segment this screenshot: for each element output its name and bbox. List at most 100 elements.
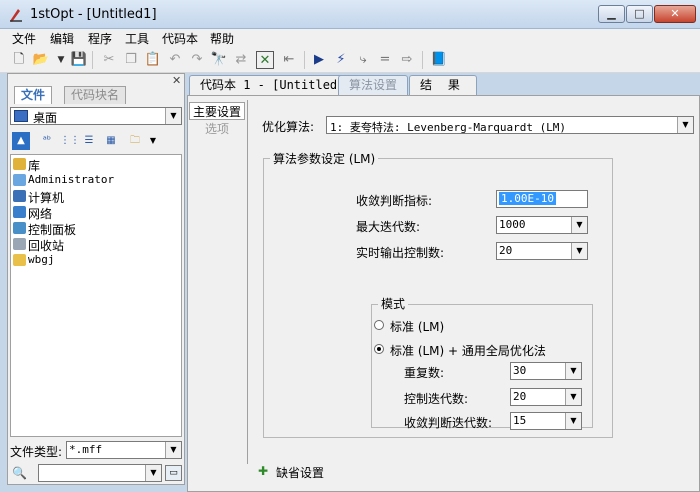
tree-item-label: 计算机 bbox=[28, 191, 65, 205]
tree-item-label: 库 bbox=[28, 159, 41, 173]
close-button[interactable]: ✕ bbox=[654, 5, 696, 23]
large-icons-icon[interactable]: ᵃᵇ bbox=[38, 132, 56, 150]
search-icon[interactable]: 🔍 bbox=[12, 466, 27, 480]
computer-icon bbox=[13, 190, 26, 202]
save-icon[interactable]: 💾 bbox=[70, 51, 88, 69]
algorithm-select[interactable]: 1: 麦夸特法: Levenberg-Marquardt (LM) ▼ bbox=[326, 116, 694, 134]
run-icon[interactable]: ▶ bbox=[310, 51, 328, 69]
close-icon[interactable]: ✕ bbox=[172, 74, 181, 87]
menu-codebook[interactable]: 代码本 bbox=[162, 30, 198, 47]
convergence-value: 1.00E-10 bbox=[499, 192, 556, 205]
chevron-down-icon[interactable]: ▼ bbox=[565, 413, 581, 429]
repeat-value: 30 bbox=[513, 364, 527, 377]
toolbar-separator bbox=[92, 51, 93, 69]
small-icons-icon[interactable]: ⋮⋮ bbox=[60, 132, 80, 150]
find-icon[interactable]: 🔭 bbox=[210, 51, 228, 69]
chevron-down-icon[interactable]: ▼ bbox=[677, 117, 693, 133]
book-icon[interactable]: 📘 bbox=[430, 51, 448, 69]
menu-tools[interactable]: 工具 bbox=[125, 30, 149, 47]
algorithm-settings-panel: 主要设置 选项 优化算法: 1: 麦夸特法: Levenberg-Marquar… bbox=[187, 95, 700, 492]
tab-algorithm-settings[interactable]: 算法设置 bbox=[338, 75, 409, 95]
convergence-iterations-value: 15 bbox=[513, 414, 527, 427]
menu-program[interactable]: 程序 bbox=[88, 30, 112, 47]
realtime-output-value: 20 bbox=[499, 244, 513, 257]
maximize-button[interactable]: □ bbox=[626, 5, 653, 23]
chevron-down-icon[interactable]: ▼ bbox=[145, 465, 161, 481]
minimize-button[interactable]: ▁ bbox=[598, 5, 625, 23]
default-settings-icon[interactable]: ✚ bbox=[258, 464, 272, 478]
chevron-down-icon[interactable]: ▼ bbox=[165, 442, 181, 458]
convergence-iterations-label: 收敛判断迭代数: bbox=[404, 416, 493, 430]
search-input[interactable]: ▼ bbox=[38, 464, 162, 482]
realtime-output-select[interactable]: 20 ▼ bbox=[496, 242, 588, 260]
toolbar: 🗋 📂 ▼ 💾 ✂ ❐ 📋 ↶ ↷ 🔭 ⇄ ✕ ⇤ ▶ ⚡ ⤷ = ⇨ 📘 bbox=[0, 47, 700, 73]
equals-icon[interactable]: = bbox=[376, 51, 394, 69]
redo-icon[interactable]: ↷ bbox=[188, 51, 206, 69]
file-type-label: 文件类型: bbox=[10, 445, 63, 459]
tree-item-label: 回收站 bbox=[28, 239, 65, 253]
location-select[interactable]: 桌面 ▼ bbox=[10, 107, 182, 125]
repeat-label: 重复数: bbox=[404, 366, 445, 380]
file-browser-pane: ✕ 文件 代码块名 桌面 ▼ ▲ ᵃᵇ ⋮⋮ ☰ ▦ 🗀 ▼ 库 Adminis… bbox=[7, 73, 185, 485]
realtime-output-label: 实时输出控制数: bbox=[356, 246, 445, 260]
side-tabs: 主要设置 选项 bbox=[188, 100, 246, 470]
radio-standard[interactable] bbox=[374, 320, 384, 330]
tab-results[interactable]: 结 果 bbox=[409, 75, 477, 95]
undo-icon[interactable]: ↶ bbox=[166, 51, 184, 69]
file-toolbar: ▲ ᵃᵇ ⋮⋮ ☰ ▦ 🗀 ▼ bbox=[10, 130, 182, 152]
max-iterations-select[interactable]: 1000 ▼ bbox=[496, 216, 588, 234]
main-area: 代码本 1 - [Untitled1] 算法设置 结 果 主要设置 选项 优化算… bbox=[187, 73, 700, 492]
paste-icon[interactable]: 📋 bbox=[144, 51, 162, 69]
library-icon bbox=[13, 158, 26, 170]
replace-icon[interactable]: ⇄ bbox=[232, 51, 250, 69]
chevron-down-icon[interactable]: ▼ bbox=[565, 363, 581, 379]
chevron-down-icon[interactable]: ▼ bbox=[165, 108, 181, 124]
menu-bar: 文件 编辑 程序 工具 代码本 帮助 bbox=[0, 29, 700, 47]
repeat-select[interactable]: 30 ▼ bbox=[510, 362, 582, 380]
control-iterations-select[interactable]: 20 ▼ bbox=[510, 388, 582, 406]
export-icon[interactable]: ⇨ bbox=[398, 51, 416, 69]
step-icon[interactable]: ⤷ bbox=[354, 51, 372, 69]
control-panel-icon bbox=[13, 222, 26, 234]
radio-standard-global[interactable] bbox=[374, 344, 384, 354]
side-tab-options[interactable]: 选项 bbox=[189, 120, 245, 137]
new-icon[interactable]: 🗋 bbox=[10, 51, 28, 69]
chevron-down-icon[interactable]: ▼ bbox=[571, 243, 587, 259]
folder-options-icon[interactable]: 🗀 bbox=[126, 132, 144, 150]
folder-icon bbox=[13, 254, 26, 266]
menu-file[interactable]: 文件 bbox=[12, 30, 36, 47]
menu-help[interactable]: 帮助 bbox=[210, 30, 234, 47]
convergence-iterations-select[interactable]: 15 ▼ bbox=[510, 412, 582, 430]
side-tab-main-settings[interactable]: 主要设置 bbox=[189, 102, 245, 120]
tab-codebook[interactable]: 代码本 1 - [Untitled1] bbox=[189, 75, 363, 95]
file-type-select[interactable]: *.mff ▼ bbox=[66, 441, 182, 459]
default-settings-button[interactable]: 缺省设置 bbox=[276, 464, 324, 481]
recycle-bin-icon bbox=[13, 238, 26, 250]
convergence-input[interactable]: 1.00E-10 bbox=[496, 190, 588, 208]
tree-item-label: wbgj bbox=[28, 253, 55, 266]
dropdown-icon[interactable]: ▼ bbox=[52, 51, 70, 69]
indent-icon[interactable]: ⇤ bbox=[280, 51, 298, 69]
spreadsheet-icon[interactable]: ✕ bbox=[256, 51, 274, 69]
tab-files[interactable]: 文件 bbox=[14, 86, 53, 104]
parameter-group-title: 算法参数设定 (LM) bbox=[270, 150, 379, 167]
up-folder-icon[interactable]: ▲ bbox=[12, 132, 30, 150]
chevron-down-icon[interactable]: ▼ bbox=[571, 217, 587, 233]
chevron-down-icon[interactable]: ▼ bbox=[144, 132, 162, 150]
chevron-down-icon[interactable]: ▼ bbox=[565, 389, 581, 405]
optimize-icon[interactable]: ⚡ bbox=[332, 51, 350, 69]
search-go-icon[interactable]: ▭ bbox=[165, 465, 182, 481]
tree-item-label: 控制面板 bbox=[28, 223, 77, 237]
copy-icon[interactable]: ❐ bbox=[122, 51, 140, 69]
user-icon bbox=[13, 174, 26, 186]
menu-edit[interactable]: 编辑 bbox=[50, 30, 74, 47]
details-view-icon[interactable]: ▦ bbox=[102, 132, 120, 150]
location-value: 桌面 bbox=[33, 111, 58, 125]
cut-icon[interactable]: ✂ bbox=[100, 51, 118, 69]
tab-code-blocks[interactable]: 代码块名 bbox=[64, 86, 127, 104]
open-icon[interactable]: 📂 bbox=[32, 51, 50, 69]
list-view-icon[interactable]: ☰ bbox=[80, 132, 98, 150]
window-title: 1stOpt - [Untitled1] bbox=[30, 7, 157, 22]
toolbar-separator bbox=[304, 51, 305, 69]
title-bar: 1stOpt - [Untitled1] ▁ □ ✕ bbox=[0, 0, 700, 29]
